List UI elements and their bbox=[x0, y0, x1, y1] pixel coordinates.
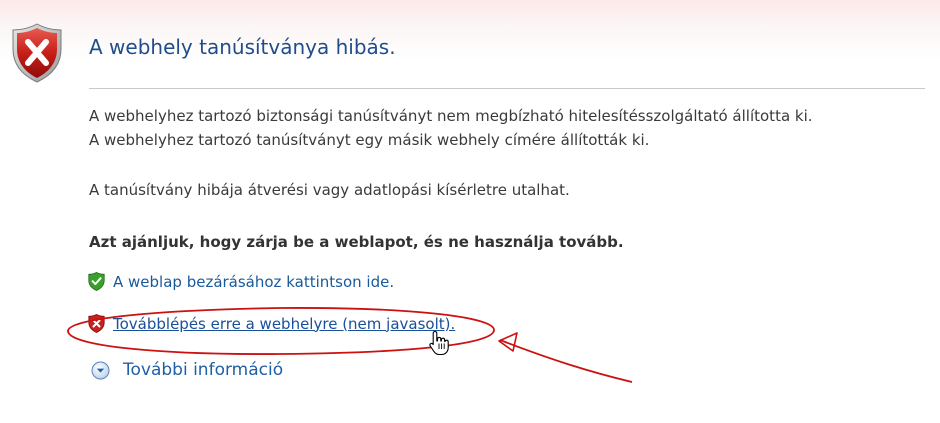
red-x-shield-icon bbox=[88, 314, 105, 333]
close-page-link-label[interactable]: A weblap bezárásához kattintson ide. bbox=[113, 273, 394, 291]
error-message-warning: A tanúsítvány hibája átverési vagy adatl… bbox=[89, 181, 570, 199]
more-information-toggle[interactable]: További információ bbox=[91, 360, 283, 380]
annotation-arrow-line bbox=[499, 339, 633, 383]
continue-to-website-link[interactable]: Továbblépés erre a webhelyre (nem javaso… bbox=[88, 314, 455, 333]
green-check-shield-icon bbox=[88, 272, 105, 291]
page-title: A webhely tanúsítványa hibás. bbox=[89, 35, 396, 59]
close-page-link[interactable]: A weblap bezárásához kattintson ide. bbox=[88, 272, 394, 291]
certificate-error-page: A webhely tanúsítványa hibás. A webhelyh… bbox=[0, 0, 940, 423]
recommendation-text: Azt ajánljuk, hogy zárja be a weblapot, … bbox=[89, 233, 624, 251]
hand-pointer-cursor-icon bbox=[429, 330, 449, 356]
more-information-label[interactable]: További információ bbox=[123, 360, 283, 380]
error-message-name-mismatch: A webhelyhez tartozó tanúsítványt egy má… bbox=[89, 131, 650, 149]
annotation-arrow-head bbox=[498, 332, 518, 352]
error-shield-icon bbox=[12, 23, 62, 83]
title-divider bbox=[89, 88, 925, 89]
expand-arrow-icon bbox=[91, 361, 110, 379]
error-message-untrusted-issuer: A webhelyhez tartozó biztonsági tanúsítv… bbox=[89, 107, 813, 125]
continue-to-website-link-label[interactable]: Továbblépés erre a webhelyre (nem javaso… bbox=[113, 315, 455, 333]
